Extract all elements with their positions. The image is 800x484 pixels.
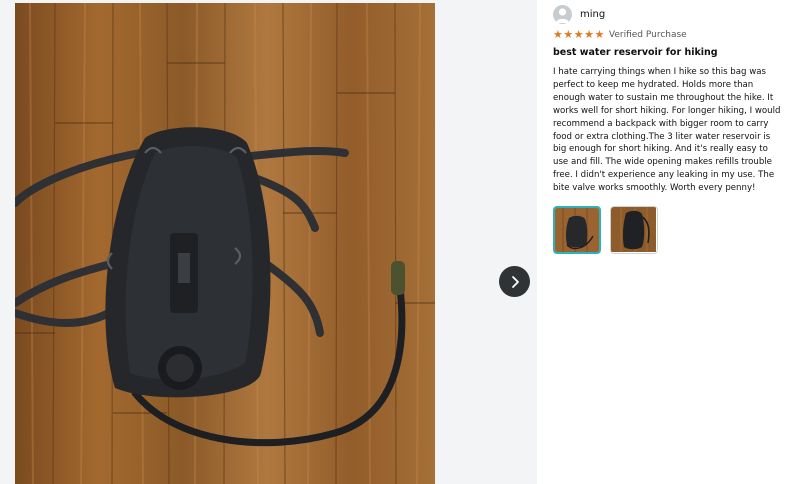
next-image-button[interactable] bbox=[499, 266, 530, 297]
main-review-photo bbox=[15, 3, 435, 484]
verified-purchase-label: Verified Purchase bbox=[608, 29, 687, 40]
review-image-gallery bbox=[0, 0, 537, 484]
star-icon: ★ bbox=[563, 28, 574, 41]
star-icon: ★ bbox=[584, 28, 594, 41]
star-icon: ★ bbox=[594, 28, 605, 41]
reviewer-profile[interactable]: ming bbox=[553, 4, 781, 24]
review-panel: ming ★ ★ ★ ★ ★ Verified Purchase best wa… bbox=[553, 4, 781, 255]
review-thumbnails bbox=[553, 206, 781, 255]
star-icon: ★ bbox=[553, 28, 563, 41]
avatar[interactable] bbox=[553, 4, 572, 24]
rating-row: ★ ★ ★ ★ ★ Verified Purchase bbox=[553, 28, 781, 41]
star-icon: ★ bbox=[573, 28, 584, 41]
reviewer-name[interactable]: ming bbox=[580, 9, 605, 20]
star-rating: ★ ★ ★ ★ ★ bbox=[553, 29, 605, 40]
thumbnail-photo-1[interactable] bbox=[553, 206, 601, 255]
review-body: I hate carrying things when I hike so th… bbox=[553, 67, 781, 194]
user-silhouette-icon bbox=[556, 7, 569, 23]
chevron-right-icon bbox=[511, 275, 519, 288]
thumbnail-photo-2[interactable] bbox=[610, 206, 658, 255]
review-title: best water reservoir for hiking bbox=[553, 47, 718, 58]
